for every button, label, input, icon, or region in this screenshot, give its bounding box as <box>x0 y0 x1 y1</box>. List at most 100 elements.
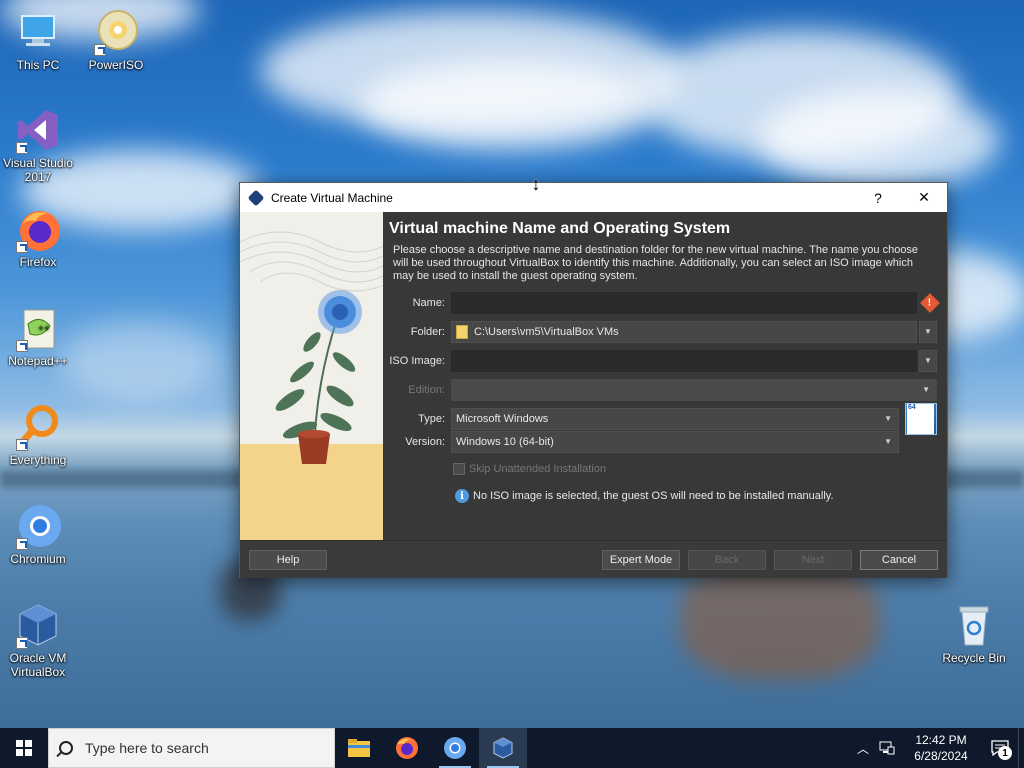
shortcut-arrow-icon <box>16 241 28 253</box>
help-button[interactable]: Help <box>249 549 327 570</box>
shortcut-arrow-icon <box>16 340 28 352</box>
desktop-icon-label: Oracle VM VirtualBox <box>9 651 67 679</box>
desktop-icon-label: Everything <box>9 453 67 467</box>
taskbar-firefox[interactable] <box>383 728 431 768</box>
start-button[interactable] <box>0 728 48 768</box>
taskbar: Type here to search ︿ 12:42 PM 6/28/2024… <box>0 728 1024 768</box>
desktop-icon-everything[interactable]: Everything <box>0 403 76 467</box>
desktop-icon-poweriso[interactable]: PowerISO <box>78 8 154 72</box>
show-desktop-button[interactable] <box>1018 728 1024 768</box>
shortcut-arrow-icon <box>16 538 28 550</box>
file-explorer-icon <box>348 739 370 757</box>
desktop-icon-notepad-plus-plus[interactable]: ++ Notepad++ <box>0 304 76 368</box>
desktop-icon-visual-studio[interactable]: Visual Studio 2017 <box>0 106 76 184</box>
expert-mode-button[interactable]: Expert Mode <box>602 549 680 570</box>
resize-cursor-icon: ↕ <box>531 174 541 194</box>
taskbar-file-explorer[interactable] <box>335 728 383 768</box>
desktop-icon-virtualbox[interactable]: Oracle VM VirtualBox <box>0 601 76 679</box>
folder-dropdown-button[interactable]: ▼ <box>919 320 937 343</box>
desktop-icon-label: This PC <box>16 58 60 72</box>
page-heading: Virtual machine Name and Operating Syste… <box>389 220 731 237</box>
firefox-icon <box>14 205 62 253</box>
edition-label: Edition: <box>408 383 445 396</box>
name-row: Name: ! <box>389 288 940 317</box>
shortcut-arrow-icon <box>16 439 28 451</box>
next-button: Next <box>774 549 852 570</box>
dialog-title: Create Virtual Machine <box>271 190 393 205</box>
folder-row: Folder: C:\Users\vm5\VirtualBox VMs ▼ <box>389 317 937 346</box>
desktop-icon-label: PowerISO <box>88 58 144 72</box>
desktop-icon-label: Recycle Bin <box>942 651 1006 665</box>
info-icon: i <box>455 489 469 503</box>
clock-date: 6/28/2024 <box>914 749 968 763</box>
name-label: Name: <box>412 296 445 309</box>
plant-illustration <box>240 231 383 540</box>
chevron-down-icon: ▼ <box>922 385 930 394</box>
cancel-button[interactable]: Cancel <box>860 549 938 570</box>
version-row: Version: Windows 10 (64-bit) ▼ <box>389 427 937 456</box>
skip-unattended-label: Skip Unattended Installation <box>469 463 606 475</box>
computer-icon <box>14 8 62 56</box>
folder-combobox[interactable]: C:\Users\vm5\VirtualBox VMs <box>451 320 917 343</box>
type-combobox[interactable]: Microsoft Windows ▼ <box>451 407 899 430</box>
page-description: Please choose a descriptive name and des… <box>393 244 919 282</box>
iso-dropdown-button[interactable]: ▼ <box>919 349 937 372</box>
name-input[interactable] <box>451 291 917 314</box>
taskbar-search-box[interactable]: Type here to search <box>48 728 335 768</box>
dialog-footer: Help Expert Mode Back Next Cancel <box>240 540 947 578</box>
iso-row: ISO Image: ▼ <box>389 346 937 375</box>
virtualbox-icon <box>493 737 513 759</box>
desktop-icon-this-pc[interactable]: This PC <box>0 8 76 72</box>
warning-icon: ! <box>920 292 940 313</box>
chevron-up-icon[interactable]: ︿ <box>852 740 874 757</box>
info-message: i No ISO image is selected, the guest OS… <box>455 482 937 510</box>
chromium-icon <box>14 502 62 550</box>
iso-image-combobox[interactable] <box>451 349 917 372</box>
create-vm-dialog: Create Virtual Machine ? ✕ Virtual machi… <box>239 182 948 578</box>
type-row: Type: Microsoft Windows ▼ 64 10 <box>389 402 937 435</box>
info-text: No ISO image is selected, the guest OS w… <box>473 490 834 502</box>
notification-center-button[interactable]: 1 <box>982 728 1018 768</box>
network-icon[interactable] <box>874 728 900 768</box>
iso-image-label: ISO Image: <box>389 354 445 367</box>
version-value: Windows 10 (64-bit) <box>456 435 554 448</box>
folder-value: C:\Users\vm5\VirtualBox VMs <box>474 325 619 338</box>
chevron-down-icon: ▼ <box>884 414 892 423</box>
chevron-down-icon: ▼ <box>884 437 892 446</box>
shortcut-arrow-icon <box>94 44 106 56</box>
system-tray: ︿ 12:42 PM 6/28/2024 1 <box>852 728 1024 768</box>
taskbar-chromium[interactable] <box>431 728 479 768</box>
recycle-bin-icon <box>950 601 998 649</box>
desktop-icon-label: Firefox <box>19 255 57 269</box>
taskbar-clock[interactable]: 12:42 PM 6/28/2024 <box>900 732 982 764</box>
firefox-icon <box>396 737 418 759</box>
help-titlebar-button[interactable]: ? <box>855 183 901 212</box>
taskbar-virtualbox[interactable] <box>479 728 527 768</box>
skip-unattended-checkbox <box>453 463 465 475</box>
dialog-titlebar[interactable]: Create Virtual Machine ? ✕ <box>240 183 947 212</box>
desktop-icon-label: Chromium <box>10 552 66 566</box>
folder-label: Folder: <box>410 325 445 338</box>
edition-row: Edition: ▼ <box>389 375 937 404</box>
version-label: Version: <box>405 435 445 448</box>
clock-time: 12:42 PM <box>915 733 967 747</box>
close-button[interactable]: ✕ <box>901 183 947 212</box>
windows-logo-icon <box>16 740 32 756</box>
version-combobox[interactable]: Windows 10 (64-bit) ▼ <box>451 430 899 453</box>
desktop-icon-firefox[interactable]: Firefox <box>0 205 76 269</box>
shortcut-arrow-icon <box>16 637 28 649</box>
virtualbox-icon <box>14 601 62 649</box>
svg-text:++: ++ <box>38 324 50 332</box>
notepad-plus-plus-icon: ++ <box>14 304 62 352</box>
wizard-illustration <box>240 212 383 540</box>
desktop-icon-chromium[interactable]: Chromium <box>0 502 76 566</box>
search-placeholder: Type here to search <box>85 740 209 756</box>
skip-unattended-row: Skip Unattended Installation <box>453 456 937 482</box>
desktop-icon-label: Notepad++ <box>8 354 68 368</box>
disc-icon <box>92 8 140 56</box>
back-button: Back <box>688 549 766 570</box>
edition-combobox: ▼ <box>451 378 937 401</box>
desktop-icon-recycle-bin[interactable]: Recycle Bin <box>936 601 1012 665</box>
search-magnifier-icon <box>14 403 62 451</box>
notification-badge: 1 <box>998 746 1012 760</box>
